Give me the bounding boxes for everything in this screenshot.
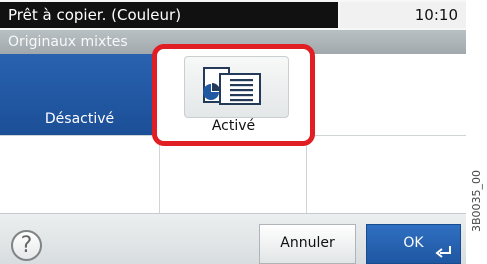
bottom-toolbar: ? Annuler OK: [0, 213, 466, 264]
option-enabled-label: Activé: [211, 118, 256, 134]
empty-cell-bottom-middle: [160, 136, 306, 213]
help-icon[interactable]: ?: [11, 230, 42, 261]
status-message: Prêt à copier. (Couleur): [0, 2, 338, 28]
mixed-originals-icon: [203, 67, 261, 105]
enter-icon: [435, 246, 451, 258]
ok-button-label: OK: [403, 235, 424, 251]
mixed-originals-icon-tile: [184, 56, 289, 118]
status-time: 10:10: [340, 2, 466, 28]
copy-panel: Prêt à copier. (Couleur) 10:10 Originaux…: [0, 0, 466, 264]
status-bar: Prêt à copier. (Couleur) 10:10: [0, 0, 466, 34]
reference-code: 3B0035_00: [470, 169, 483, 232]
empty-cell-bottom-right: [307, 136, 466, 213]
option-disabled[interactable]: Désactivé: [0, 54, 159, 135]
ok-button[interactable]: OK: [366, 224, 461, 264]
option-enabled-highlight[interactable]: Activé: [152, 44, 315, 146]
cancel-button[interactable]: Annuler: [259, 224, 356, 264]
empty-cell-bottom-left: [0, 136, 159, 213]
option-disabled-label: Désactivé: [44, 111, 115, 127]
empty-cell-top-right: [307, 54, 466, 135]
